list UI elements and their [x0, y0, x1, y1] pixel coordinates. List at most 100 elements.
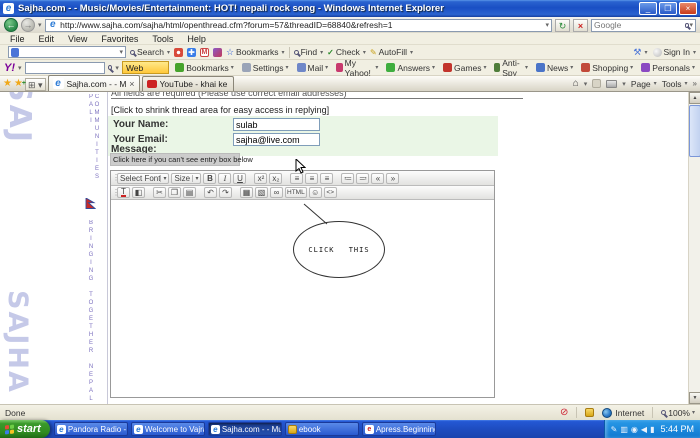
feeds-button[interactable]	[592, 79, 601, 88]
yahoo-personals-item[interactable]: Personals	[640, 63, 696, 73]
email-input[interactable]	[233, 133, 320, 146]
add-favorite-icon[interactable]: ★	[14, 77, 23, 91]
zoom-control[interactable]: 100%	[661, 408, 695, 418]
home-button[interactable]: ⌂	[573, 78, 579, 89]
menu-item[interactable]: View	[62, 34, 93, 44]
forward-button[interactable]: →	[21, 18, 35, 32]
vertical-scrollbar[interactable]: ▲ ▼	[688, 92, 700, 404]
font-size-dropdown[interactable]: Size	[171, 173, 201, 184]
menu-item[interactable]: Favorites	[95, 34, 144, 44]
history-dropdown[interactable]: ▾	[38, 21, 42, 29]
favorites-center-icon[interactable]: ★	[3, 77, 12, 91]
underline-button[interactable]: U	[233, 173, 246, 184]
source-code-button[interactable]: <>	[324, 187, 337, 198]
highlight-color-button[interactable]: ◧	[132, 187, 145, 198]
yahoo-answers-item[interactable]: Answers	[385, 63, 436, 73]
yahoo-mail-item[interactable]: Mail	[296, 63, 330, 73]
font-family-dropdown[interactable]: Select Font	[117, 173, 169, 184]
minimize-button[interactable]: _	[639, 2, 657, 15]
insert-link-button[interactable]: ∞	[270, 187, 283, 198]
tray-volume-icon[interactable]: ◉	[631, 425, 638, 434]
scroll-down-button[interactable]: ▼	[689, 392, 700, 404]
menu-item[interactable]: Help	[181, 34, 212, 44]
yahoo-search-dropdown-icon[interactable]: ▾	[115, 64, 119, 72]
back-button[interactable]: ←	[4, 18, 18, 32]
yahoo-bookmarks-item[interactable]: Bookmarks	[174, 63, 235, 73]
indent-button[interactable]: »	[386, 173, 399, 184]
task-vajraasy[interactable]: e Welcome to Vajraasy...	[131, 422, 205, 436]
yahoo-logo-dropdown-icon[interactable]: ▾	[18, 64, 22, 72]
search-icon[interactable]	[685, 23, 690, 28]
task-pandora[interactable]: e Pandora Radio - Liste...	[54, 422, 128, 436]
page-menu-button[interactable]: Page	[631, 79, 657, 89]
print-dropdown-icon[interactable]: ▾	[622, 80, 626, 88]
outdent-button[interactable]: «	[371, 173, 384, 184]
refresh-button[interactable]: ↻	[555, 19, 570, 32]
google-search-dropdown-icon[interactable]: ▾	[119, 48, 123, 56]
google-bookmarks-button[interactable]: ☆Bookmarks	[226, 47, 285, 58]
toolbar-options-button[interactable]: ⚒	[633, 47, 647, 58]
tab-youtube[interactable]: e YouTube - khai ke bho ×	[142, 76, 234, 91]
print-button[interactable]	[606, 80, 617, 88]
find-button[interactable]: Find	[294, 47, 324, 57]
pagerank-icon[interactable]	[174, 48, 183, 57]
menu-item[interactable]: Tools	[146, 34, 179, 44]
menu-item[interactable]: Edit	[33, 34, 61, 44]
menu-item[interactable]: File	[4, 34, 31, 44]
tray-pen-icon[interactable]: ✎	[611, 425, 618, 434]
name-input[interactable]	[233, 118, 320, 131]
html-source-button[interactable]: HTML	[285, 187, 307, 198]
bullet-list-button[interactable]: ≔	[341, 173, 354, 184]
google-search-button[interactable]: Search	[130, 47, 170, 57]
insert-image-button[interactable]: ▧	[255, 187, 268, 198]
tray-battery-icon[interactable]: ▮	[650, 425, 654, 434]
align-right-button[interactable]: ≡	[320, 173, 333, 184]
home-dropdown-icon[interactable]: ▾	[584, 80, 588, 88]
yahoo-search-icon[interactable]	[108, 65, 113, 70]
task-sajha[interactable]: e Sajha.com - - Music/...	[208, 422, 282, 436]
numbered-list-button[interactable]: ≕	[356, 173, 369, 184]
close-button[interactable]: ×	[679, 2, 697, 15]
italic-button[interactable]: I	[218, 173, 231, 184]
scrollbar-thumb[interactable]	[689, 105, 700, 157]
add-gadget-icon[interactable]: ✚	[187, 48, 196, 57]
subscript-button[interactable]: x₂	[269, 173, 282, 184]
task-apress[interactable]: e Apress.Beginning.Vis...	[362, 422, 436, 436]
sign-in-button[interactable]: Sign In	[653, 47, 696, 57]
tools-menu-button[interactable]: Tools	[662, 79, 688, 89]
yahoo-shopping-item[interactable]: Shopping	[580, 63, 634, 73]
tray-display-icon[interactable]: ▥	[620, 425, 628, 434]
task-ebook-folder[interactable]: e ebook	[285, 422, 359, 436]
search-input[interactable]	[594, 20, 685, 30]
redo-button[interactable]: ↷	[219, 187, 232, 198]
yahoo-settings-item[interactable]: Settings	[241, 63, 290, 73]
tray-language-icon[interactable]: ◀	[641, 425, 647, 434]
align-left-button[interactable]: ≡	[290, 173, 303, 184]
insert-table-button[interactable]: ▦	[240, 187, 253, 198]
gmail-icon[interactable]: M	[200, 48, 209, 57]
restore-button[interactable]: ❐	[659, 2, 677, 15]
undo-button[interactable]: ↶	[204, 187, 217, 198]
entry-box-toggle-button[interactable]: Click here if you can't see entry box be…	[110, 153, 240, 166]
yahoo-games-item[interactable]: Games	[442, 63, 487, 73]
scroll-up-button[interactable]: ▲	[689, 92, 700, 104]
tab-sajha[interactable]: e Sajha.com - - Music/Movi... ×	[48, 75, 140, 91]
start-button[interactable]: start	[0, 420, 50, 438]
superscript-button[interactable]: x²	[254, 173, 267, 184]
editor-text-area[interactable]: CLICK THIS	[111, 200, 494, 397]
photos-icon[interactable]	[213, 48, 222, 57]
quick-tabs-button[interactable]: ⊞ ▾	[25, 78, 46, 91]
yahoo-logo[interactable]: Y!	[4, 62, 15, 74]
phishing-filter-icon[interactable]: ⊘	[560, 407, 568, 418]
url-input[interactable]	[60, 20, 543, 30]
align-center-button[interactable]: ≡	[305, 173, 318, 184]
emoticon-button[interactable]: ☺	[309, 187, 322, 198]
chevron-icon[interactable]: »	[693, 79, 697, 88]
copy-button[interactable]: ❐	[168, 187, 181, 198]
paste-button[interactable]: ▤	[183, 187, 196, 198]
url-dropdown-icon[interactable]: ▾	[545, 21, 549, 29]
shrink-thread-link[interactable]: [Click to shrink thread area for easy ac…	[111, 105, 329, 115]
google-search-input[interactable]	[21, 47, 118, 57]
yahoo-myyahoo-item[interactable]: My Yahoo!	[335, 58, 379, 78]
stop-button[interactable]: ×	[573, 19, 588, 32]
